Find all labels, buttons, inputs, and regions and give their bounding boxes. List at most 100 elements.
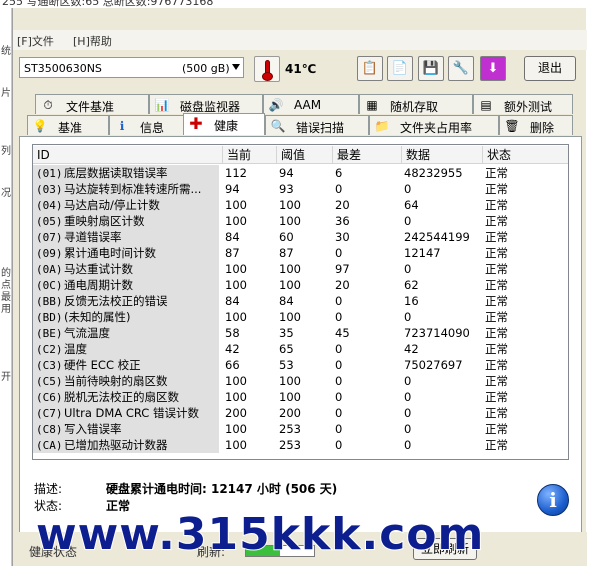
description-text: 硬盘累计通电时间: 12147 小时 (506 天) (106, 482, 338, 496)
table-row[interactable]: (C6) 脱机无法校正的扇区数 100 100 0 0 正常 (33, 389, 568, 405)
table-row[interactable]: (04) 马达启动/停止计数 100 100 20 64 正常 (33, 197, 568, 213)
tab-extra-tests[interactable]: ▤ 额外测试 (473, 94, 573, 114)
attribute-code: (01) (36, 167, 63, 180)
raw-data-value: 42 (404, 342, 419, 356)
status-value: 正常 (485, 422, 508, 436)
table-row[interactable]: (09) 累计通电时间计数 87 87 0 12147 正常 (33, 245, 568, 261)
table-row[interactable]: (C5) 当前待映射的扇区数 100 100 0 0 正常 (33, 373, 568, 389)
table-row[interactable]: (0C) 通电周期计数 100 100 20 62 正常 (33, 277, 568, 293)
table-row[interactable]: (07) 寻道错误率 84 60 30 242544199 正常 (33, 229, 568, 245)
paste-icon: 📄 (391, 61, 409, 76)
table-row[interactable]: (C8) 写入错误率 100 253 0 0 正常 (33, 421, 568, 437)
status-value: 正常 (485, 262, 508, 276)
attribute-code: (BB) (36, 295, 63, 308)
tab-disk-monitor[interactable]: 📊 磁盘监视器 (149, 94, 263, 114)
raw-data-value: 0 (404, 422, 412, 436)
table-row[interactable]: (C3) 硬件 ECC 校正 66 53 0 75027697 正常 (33, 357, 568, 373)
attribute-code: (0C) (36, 279, 63, 292)
threshold-value: 100 (279, 214, 301, 228)
tab-erase[interactable]: 🗑 删除 (499, 115, 573, 135)
info-icon[interactable]: i (537, 484, 569, 516)
tab-label: 删除 (530, 121, 555, 135)
column-header-status[interactable]: 状态 (483, 146, 568, 164)
tab-folder-usage[interactable]: 📁 文件夹占用率 (369, 115, 499, 135)
column-header-id[interactable]: ID (33, 146, 223, 164)
attribute-id-cell: (01) 底层数据读取错误率 (33, 165, 219, 181)
attribute-code: (CA) (36, 439, 63, 452)
status-value: 正常 (485, 310, 508, 324)
attribute-id-cell: (03) 马达旋转到标准转速所需... (33, 181, 219, 197)
raw-data-value: 0 (404, 438, 412, 452)
current-value: 100 (225, 262, 247, 276)
status-value: 正常 (485, 438, 508, 452)
chevron-down-icon[interactable] (232, 64, 240, 70)
current-value: 100 (225, 438, 247, 452)
table-row[interactable]: (BE) 气流温度 58 35 45 723714090 正常 (33, 325, 568, 341)
tab-label: AAM (294, 98, 322, 112)
attribute-code: (0A) (36, 263, 63, 276)
table-row[interactable]: (0A) 马达重试计数 100 100 97 0 正常 (33, 261, 568, 277)
attribute-id-cell: (C5) 当前待映射的扇区数 (33, 373, 219, 389)
worst-value: 0 (335, 246, 343, 260)
attribute-name: 通电周期计数 (64, 278, 133, 292)
attribute-code: (09) (36, 247, 63, 260)
attribute-name: 马达重试计数 (64, 262, 133, 276)
raw-data-value: 0 (404, 390, 412, 404)
attribute-code: (C2) (36, 343, 63, 356)
drive-select[interactable]: ST3500630NS (500 gB) (19, 57, 244, 78)
table-row[interactable]: (BB) 反馈无法校正的错误 84 84 0 16 正常 (33, 293, 568, 309)
tab-error-scan[interactable]: 🔍 错误扫描 (265, 115, 369, 135)
settings-button[interactable]: 🔧 (448, 56, 474, 81)
attribute-name: 底层数据读取错误率 (64, 166, 168, 180)
attribute-code: (03) (36, 183, 63, 196)
menu-help[interactable]: [H]帮助 (73, 33, 112, 49)
attribute-code: (07) (36, 231, 63, 244)
attribute-id-cell: (BE) 气流温度 (33, 325, 219, 341)
column-header-current[interactable]: 当前 (223, 146, 277, 164)
tab-info[interactable]: ℹ 信息 (109, 115, 193, 135)
save-button[interactable]: 💾 (418, 56, 444, 81)
table-row[interactable]: (BD) (未知的属性) 100 100 0 0 正常 (33, 309, 568, 325)
current-value: 84 (225, 230, 240, 244)
table-row[interactable]: (C7) Ultra DMA CRC 错误计数 200 200 0 0 正常 (33, 405, 568, 421)
tab-health[interactable]: ✚ 健康 (183, 113, 265, 135)
column-header-worst[interactable]: 最差 (333, 146, 402, 164)
lightbulb-icon: 💡 (32, 119, 48, 133)
current-value: 100 (225, 310, 247, 324)
raw-data-value: 723714090 (404, 326, 470, 340)
current-value: 200 (225, 406, 247, 420)
status-value: 正常 (485, 342, 508, 356)
table-row[interactable]: (03) 马达旋转到标准转速所需... 94 93 0 0 正常 (33, 181, 568, 197)
drive-capacity: (500 gB) (182, 62, 230, 75)
background-window-title: 255 写通断区数:65 总断区数:976773168 (0, 0, 594, 8)
smart-attribute-list[interactable]: ID 当前 阈值 最差 数据 状态 (01) 底层数据读取错误率 112 94 6 482… (32, 144, 569, 460)
status-value: 正常 (485, 358, 508, 372)
tab-benchmark[interactable]: 💡 基准 (27, 115, 109, 135)
attribute-name: 马达旋转到标准转速所需... (64, 182, 202, 196)
table-row[interactable]: (01) 底层数据读取错误率 112 94 6 48232955 正常 (33, 165, 568, 181)
worst-value: 0 (335, 182, 343, 196)
raw-data-value: 0 (404, 214, 412, 228)
column-header-threshold[interactable]: 阈值 (277, 146, 333, 164)
paste-button[interactable]: 📄 (387, 56, 413, 81)
attribute-name: 寻道错误率 (64, 230, 122, 244)
exit-button[interactable]: 退出 (524, 56, 576, 81)
copy-button[interactable]: 📋 (357, 56, 383, 81)
attribute-name: 马达启动/停止计数 (64, 198, 160, 212)
tab-aam[interactable]: 🔊 AAM (263, 94, 359, 114)
table-row[interactable]: (CA) 已增加热驱动计数器 100 253 0 0 正常 (33, 437, 568, 453)
column-header-data[interactable]: 数据 (402, 146, 483, 164)
attribute-id-cell: (09) 累计通电时间计数 (33, 245, 219, 261)
tab-label: 基准 (58, 121, 83, 135)
tab-random-access[interactable]: ▦ 随机存取 (359, 94, 473, 114)
table-row[interactable]: (05) 重映射扇区计数 100 100 36 0 正常 (33, 213, 568, 229)
tab-label: 文件基准 (66, 100, 115, 114)
menu-file[interactable]: [F]文件 (17, 33, 54, 49)
download-button[interactable]: ⬇ (480, 56, 506, 81)
table-row[interactable]: (C2) 温度 42 65 0 42 正常 (33, 341, 568, 357)
tab-file-benchmark[interactable]: ⏱ 文件基准 (35, 94, 149, 114)
worst-value: 20 (335, 198, 350, 212)
stopwatch-icon: ⏱ (43, 98, 53, 112)
threshold-value: 93 (279, 182, 294, 196)
status-value: 正常 (485, 326, 508, 340)
